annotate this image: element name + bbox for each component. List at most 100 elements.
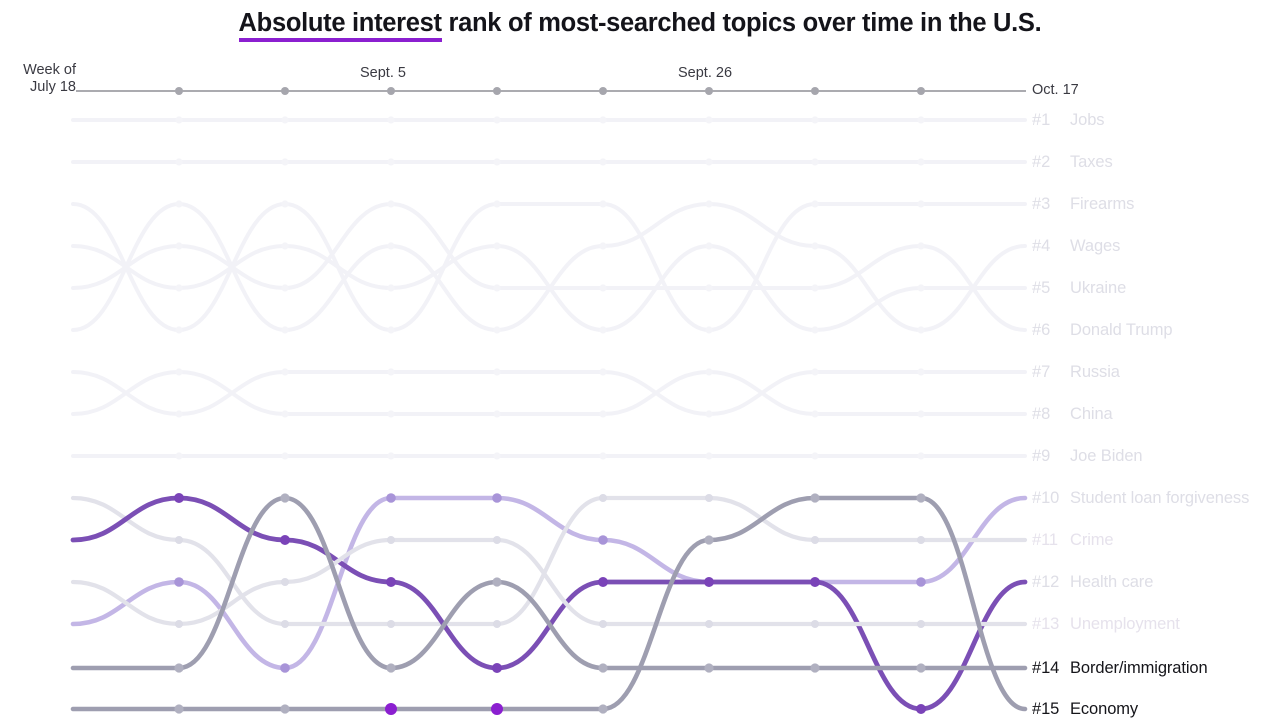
axis-tick-dot-1[interactable] — [175, 87, 183, 95]
rank-line-russia[interactable] — [71, 370, 1027, 416]
rank-label-2[interactable]: #2 Taxes — [1032, 152, 1113, 172]
rank-point[interactable] — [174, 577, 184, 587]
rank-point[interactable] — [599, 452, 607, 460]
rank-point[interactable] — [599, 116, 607, 124]
rank-point[interactable] — [387, 158, 395, 166]
rank-point[interactable] — [280, 704, 290, 714]
rank-point[interactable] — [281, 620, 289, 628]
rank-point[interactable] — [281, 578, 289, 586]
rank-point[interactable] — [492, 493, 502, 503]
rank-point[interactable] — [705, 494, 713, 502]
rank-point-accent[interactable] — [385, 703, 397, 715]
rank-point[interactable] — [492, 577, 502, 587]
rank-point[interactable] — [599, 158, 607, 166]
rank-label-12[interactable]: #12 Health care — [1032, 572, 1153, 592]
rank-point[interactable] — [493, 200, 501, 208]
rank-point[interactable] — [705, 326, 713, 334]
rank-point[interactable] — [493, 326, 501, 334]
rank-point[interactable] — [280, 493, 290, 503]
rank-point[interactable] — [705, 368, 713, 376]
rank-point[interactable] — [810, 577, 820, 587]
rank-label-13[interactable]: #13 Unemployment — [1032, 614, 1180, 634]
rank-label-5[interactable]: #5 Ukraine — [1032, 278, 1126, 298]
rank-label-14[interactable]: #14 Border/immigration — [1032, 658, 1208, 678]
rank-point[interactable] — [493, 452, 501, 460]
rank-point[interactable] — [386, 493, 396, 503]
rank-label-8[interactable]: #8 China — [1032, 404, 1113, 424]
rank-point[interactable] — [493, 284, 501, 292]
rank-point[interactable] — [174, 493, 184, 503]
rank-point[interactable] — [175, 116, 183, 124]
rank-point[interactable] — [705, 116, 713, 124]
rank-point[interactable] — [917, 158, 925, 166]
rank-line-firearms[interactable] — [71, 202, 1027, 332]
rank-point[interactable] — [704, 535, 714, 545]
rank-point[interactable] — [917, 326, 925, 334]
rank-point[interactable] — [175, 410, 183, 418]
rank-point[interactable] — [704, 663, 714, 673]
rank-point[interactable] — [175, 620, 183, 628]
rank-point[interactable] — [598, 535, 608, 545]
rank-point[interactable] — [387, 452, 395, 460]
rank-point[interactable] — [810, 663, 820, 673]
axis-tick-dot-4[interactable] — [493, 87, 501, 95]
rank-point[interactable] — [281, 368, 289, 376]
rank-point[interactable] — [599, 494, 607, 502]
rank-point[interactable] — [175, 200, 183, 208]
rank-point[interactable] — [175, 242, 183, 250]
rank-line-student-loan-forgiveness[interactable] — [70, 495, 1028, 671]
rank-point[interactable] — [493, 620, 501, 628]
rank-point[interactable] — [599, 242, 607, 250]
rank-point[interactable] — [917, 620, 925, 628]
rank-point[interactable] — [598, 577, 608, 587]
rank-label-10[interactable]: #10 Student loan forgiveness — [1032, 488, 1249, 508]
rank-line-border-immigration[interactable] — [70, 495, 1028, 671]
rank-point[interactable] — [810, 577, 820, 587]
rank-point[interactable] — [281, 242, 289, 250]
axis-tick-dot-3[interactable] — [387, 87, 395, 95]
rank-point[interactable] — [811, 116, 819, 124]
rank-point[interactable] — [917, 116, 925, 124]
rank-point[interactable] — [387, 536, 395, 544]
rank-point[interactable] — [174, 704, 184, 714]
rank-point[interactable] — [917, 410, 925, 418]
rank-point[interactable] — [811, 284, 819, 292]
rank-point[interactable] — [387, 326, 395, 334]
rank-point[interactable] — [599, 368, 607, 376]
rank-point[interactable] — [281, 116, 289, 124]
rank-point[interactable] — [599, 200, 607, 208]
rank-point[interactable] — [705, 452, 713, 460]
rank-point[interactable] — [387, 116, 395, 124]
rank-point[interactable] — [493, 410, 501, 418]
rank-point[interactable] — [598, 663, 608, 673]
rank-point[interactable] — [810, 493, 820, 503]
rank-point[interactable] — [281, 200, 289, 208]
rank-label-15[interactable]: #15 Economy — [1032, 699, 1138, 719]
rank-line-donald-trump[interactable] — [71, 202, 1027, 332]
rank-point[interactable] — [175, 284, 183, 292]
axis-tick-dot-6[interactable] — [705, 87, 713, 95]
rank-label-11[interactable]: #11 Crime — [1032, 530, 1114, 550]
rank-point[interactable] — [916, 577, 926, 587]
rank-label-7[interactable]: #7 Russia — [1032, 362, 1120, 382]
rank-point[interactable] — [493, 242, 501, 250]
rank-point[interactable] — [811, 158, 819, 166]
rank-label-6[interactable]: #6 Donald Trump — [1032, 320, 1173, 340]
rank-point[interactable] — [599, 620, 607, 628]
rank-point[interactable] — [387, 200, 395, 208]
rank-point[interactable] — [493, 158, 501, 166]
rank-point[interactable] — [705, 284, 713, 292]
rank-point[interactable] — [917, 242, 925, 250]
rank-point[interactable] — [599, 410, 607, 418]
rank-label-9[interactable]: #9 Joe Biden — [1032, 446, 1143, 466]
rank-point[interactable] — [705, 158, 713, 166]
rank-point[interactable] — [917, 452, 925, 460]
rank-line-unemployment[interactable] — [70, 537, 1028, 627]
rank-point[interactable] — [705, 200, 713, 208]
rank-point[interactable] — [917, 368, 925, 376]
rank-point[interactable] — [493, 536, 501, 544]
rank-line-economy[interactable] — [70, 495, 1028, 712]
rank-point[interactable] — [387, 368, 395, 376]
rank-point[interactable] — [492, 663, 502, 673]
rank-point[interactable] — [175, 536, 183, 544]
